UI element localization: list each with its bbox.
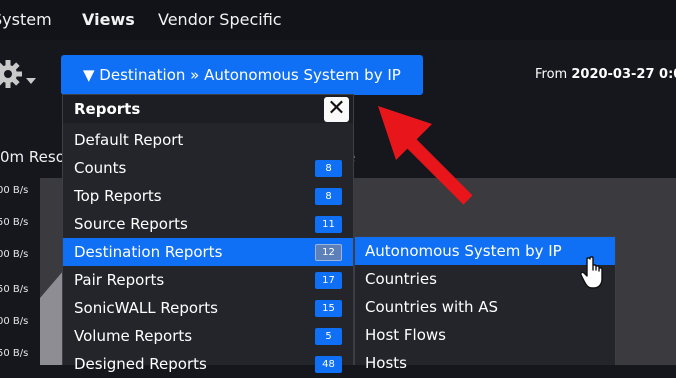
submenu-item-host-flows[interactable]: Host Flows bbox=[355, 321, 615, 349]
menu-item-label: Volume Reports bbox=[74, 327, 193, 345]
menu-item-designed-reports[interactable]: Designed Reports 48 bbox=[63, 350, 353, 378]
menu-item-default-report[interactable]: Default Report bbox=[63, 126, 353, 154]
from-value: 2020-03-27 0:0 bbox=[571, 67, 676, 82]
hand-cursor-icon bbox=[580, 256, 603, 289]
submenu-item-label: Hosts bbox=[365, 354, 407, 372]
menu-item-label: Destination Reports bbox=[74, 243, 223, 261]
submenu-item-countries[interactable]: Countries bbox=[355, 265, 615, 293]
y-axis-label: 00 B/s bbox=[0, 185, 29, 196]
menu-item-label: Top Reports bbox=[74, 187, 162, 205]
menu-item-top-reports[interactable]: Top Reports 8 bbox=[63, 182, 353, 210]
submenu-item-label: Host Flows bbox=[365, 326, 446, 344]
y-axis-label: 50 B/s bbox=[0, 284, 29, 295]
destination-submenu: Autonomous System by IP Countries Countr… bbox=[354, 236, 616, 372]
destination-report-dropdown[interactable]: ▼ Destination » Autonomous System by IP bbox=[61, 55, 423, 95]
menu-item-pair-reports[interactable]: Pair Reports 17 bbox=[63, 266, 353, 294]
submenu-item-autonomous-system-by-ip[interactable]: Autonomous System by IP bbox=[355, 237, 615, 265]
submenu-item-countries-with-as[interactable]: Countries with AS bbox=[355, 293, 615, 321]
gear-icon[interactable] bbox=[0, 58, 40, 90]
menu-item-volume-reports[interactable]: Volume Reports 5 bbox=[63, 322, 353, 350]
from-label: From bbox=[535, 67, 568, 82]
menu-item-counts[interactable]: Counts 8 bbox=[63, 154, 353, 182]
count-badge: 11 bbox=[315, 216, 342, 233]
menu-item-label: Pair Reports bbox=[74, 271, 165, 289]
top-nav: System Views Vendor Specific bbox=[0, 0, 676, 40]
reports-menu: Reports ✕ Default Report Counts 8 Top Re… bbox=[62, 94, 354, 373]
y-axis-label: 50 B/s bbox=[0, 348, 29, 359]
submenu-item-label: Countries with AS bbox=[365, 298, 499, 316]
menu-item-destination-reports[interactable]: Destination Reports 12 bbox=[63, 238, 353, 266]
submenu-item-label: Countries bbox=[365, 270, 437, 288]
count-badge: 17 bbox=[315, 272, 342, 289]
nav-views[interactable]: Views bbox=[82, 10, 135, 29]
close-icon[interactable]: ✕ bbox=[324, 97, 349, 122]
menu-item-label: Counts bbox=[74, 159, 127, 177]
y-axis-label: 00 B/s bbox=[0, 316, 29, 327]
from-date: From 2020-03-27 0:0 bbox=[535, 67, 676, 82]
count-badge: 8 bbox=[315, 188, 342, 205]
submenu-item-label: Autonomous System by IP bbox=[365, 242, 562, 260]
count-badge: 5 bbox=[315, 328, 342, 345]
red-arrow-icon bbox=[378, 106, 473, 205]
menu-item-source-reports[interactable]: Source Reports 11 bbox=[63, 210, 353, 238]
menu-item-label: Designed Reports bbox=[74, 355, 207, 373]
reports-menu-title: Reports bbox=[74, 100, 141, 118]
submenu-item-hosts[interactable]: Hosts bbox=[355, 349, 615, 377]
y-axis-label: 50 B/s bbox=[0, 217, 29, 228]
count-badge: 12 bbox=[315, 244, 342, 261]
menu-item-label: SonicWALL Reports bbox=[74, 299, 218, 317]
y-axis-label: 00 B/s bbox=[0, 249, 29, 260]
count-badge: 8 bbox=[315, 160, 342, 177]
nav-system[interactable]: System bbox=[0, 10, 52, 29]
count-badge: 15 bbox=[315, 300, 342, 317]
reports-menu-header: Reports ✕ bbox=[63, 95, 353, 123]
menu-item-label: Default Report bbox=[74, 131, 184, 149]
menu-item-label: Source Reports bbox=[74, 215, 188, 233]
menu-item-sonicwall-reports[interactable]: SonicWALL Reports 15 bbox=[63, 294, 353, 322]
chart-title: 0m Reso bbox=[0, 148, 65, 166]
nav-vendor-specific[interactable]: Vendor Specific bbox=[158, 10, 282, 29]
